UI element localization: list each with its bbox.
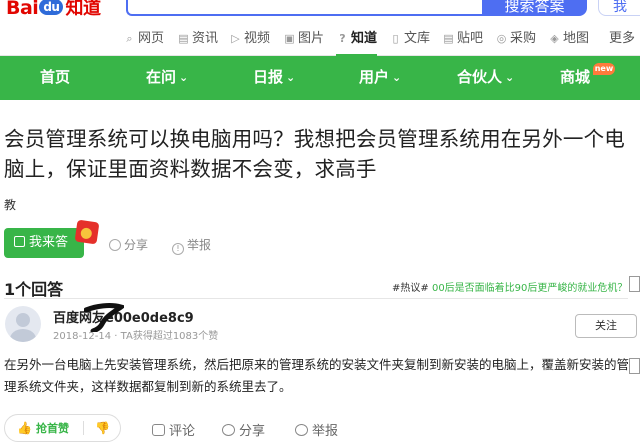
avatar[interactable] — [5, 306, 41, 342]
search-icon: ⌕ — [126, 32, 133, 45]
hot-prefix: #热议# — [392, 283, 429, 294]
answer-report[interactable]: 举报 — [295, 420, 338, 439]
share-icon — [222, 424, 235, 436]
comment-label: 评论 — [169, 424, 196, 439]
thumbs-up-icon: 👍 — [17, 421, 32, 435]
category-label: 视频 — [244, 31, 271, 46]
question-title: 会员管理系统可以换电脑用吗？我想把会员管理系统用在另外一个电脑上，保证里面资料数… — [4, 127, 625, 181]
like-label: 抢首赞 — [35, 422, 69, 435]
video-icon: ▷ — [231, 32, 240, 45]
category-wenku[interactable]: ▯ 文库 — [389, 30, 430, 56]
category-label: 资讯 — [192, 31, 219, 46]
map-icon: ◈ — [550, 32, 559, 45]
answer-button[interactable]: 我来答 — [4, 228, 84, 258]
red-packet-icon[interactable] — [74, 219, 100, 245]
ask-button[interactable]: 我 — [598, 0, 640, 16]
nav-partners[interactable]: 合伙人 ⌄ — [457, 56, 514, 100]
category-label: 地图 — [563, 31, 590, 46]
answer-share[interactable]: 分享 — [222, 420, 265, 439]
chevron-down-icon: ⌄ — [505, 71, 515, 84]
report-label: 举报 — [312, 424, 339, 439]
nav-users[interactable]: 用户 ⌄ — [359, 56, 401, 100]
chevron-down-icon: ⌄ — [179, 71, 189, 84]
category-label: 知道 — [351, 31, 378, 46]
top-header: Bai du 知道 搜索答案 我 ⌕ 网页 ▤ 资讯 ▷ 视频 ▣ 图片 ? 知道 ▯ 文库 ▤… — [0, 0, 640, 56]
baidu-zhidao-logo[interactable]: Bai du 知道 — [6, 0, 101, 20]
chevron-down-icon: ⌄ — [286, 71, 296, 84]
thumbs-down-icon[interactable]: 👎 — [95, 415, 110, 441]
nav-label: 在问 — [146, 68, 177, 86]
share-label: 分享 — [239, 424, 266, 439]
nav-label: 商城 — [560, 68, 591, 86]
category-images[interactable]: ▣ 图片 — [283, 30, 324, 56]
answer-text: 在另外一台电脑上先安装管理系统，然后把原来的管理系统的安装文件夹复制到新安装的电… — [4, 357, 630, 394]
purchase-icon: ◎ — [496, 32, 507, 45]
image-icon: ▣ — [284, 32, 295, 45]
hot-topic[interactable]: #热议# 00后是否面临着比90后更严峻的就业危机？ — [392, 279, 627, 294]
answerer-meta: 2018-12-14 · TA获得超过1083个赞 — [53, 331, 219, 342]
category-purchase[interactable]: ◎ 采购 — [495, 30, 536, 56]
share-label: 分享 — [124, 238, 149, 252]
nav-label: 日报 — [253, 68, 284, 86]
question-tag[interactable]: 教 — [4, 196, 16, 213]
nav-daily[interactable]: 日报 ⌄ — [253, 56, 295, 100]
logo-paw: du — [39, 0, 64, 15]
report-label: 举报 — [187, 238, 212, 252]
category-label: 贴吧 — [457, 31, 484, 46]
nav-home[interactable]: 首页 — [40, 56, 70, 100]
answer-button-label: 我来答 — [29, 235, 69, 250]
nav-mall[interactable]: 商城 — [560, 56, 590, 100]
nav-label: 合伙人 — [457, 68, 503, 86]
category-news[interactable]: ▤ 资讯 — [177, 30, 218, 56]
follow-button[interactable]: 关注 — [575, 314, 637, 338]
category-label: 网页 — [138, 31, 165, 46]
category-tieba[interactable]: ▤ 贴吧 — [442, 30, 483, 56]
side-scroll-handle[interactable] — [629, 276, 640, 292]
side-scroll-handle[interactable] — [629, 358, 640, 374]
nav-asking[interactable]: 在问 ⌄ — [146, 56, 188, 100]
search-input[interactable] — [126, 0, 482, 16]
category-map[interactable]: ◈ 地图 — [548, 30, 589, 56]
news-icon: ▤ — [178, 32, 189, 45]
question-report[interactable]: ! 举报 — [172, 236, 211, 255]
chevron-down-icon: ⌄ — [392, 71, 402, 84]
category-label: 图片 — [298, 31, 325, 46]
report-icon: ! — [172, 243, 184, 255]
comment-button[interactable]: 评论 — [152, 420, 195, 439]
search-button[interactable]: 搜索答案 — [482, 0, 587, 16]
divider — [83, 421, 84, 435]
question-icon: ? — [339, 32, 346, 45]
forum-icon: ▤ — [443, 32, 454, 45]
category-label: 采购 — [510, 31, 537, 46]
comment-icon — [152, 424, 165, 436]
logo-zhidao: 知道 — [65, 0, 101, 19]
report-icon — [295, 424, 308, 436]
divider — [4, 298, 628, 299]
edit-icon — [14, 236, 25, 247]
category-more[interactable]: 更多 — [609, 30, 635, 56]
hot-topic-link[interactable]: 00后是否面临着比90后更严峻的就业危机？ — [432, 283, 627, 294]
document-icon: ▯ — [392, 32, 399, 45]
nav-label: 用户 — [359, 68, 390, 86]
logo-text: Bai — [6, 0, 39, 19]
category-bar: ⌕ 网页 ▤ 资讯 ▷ 视频 ▣ 图片 ? 知道 ▯ 文库 ▤ 贴吧 ◎ 采购 ◈ 地图 更多 — [0, 30, 640, 56]
category-label: 文库 — [404, 31, 431, 46]
main-nav: 首页 在问 ⌄ 日报 ⌄ 用户 ⌄ 合伙人 ⌄ 商城 new — [0, 56, 640, 100]
new-badge: new — [593, 63, 615, 75]
share-icon — [109, 239, 121, 251]
category-video[interactable]: ▷ 视频 — [229, 30, 270, 56]
category-label: 更多 — [609, 31, 636, 46]
category-web[interactable]: ⌕ 网页 — [123, 30, 164, 56]
nav-label: 首页 — [40, 68, 71, 86]
like-button[interactable]: 👍 抢首赞 👎 — [4, 414, 121, 442]
answer-count: 1个回答 — [4, 280, 64, 299]
question-share[interactable]: 分享 — [109, 236, 148, 253]
category-zhidao[interactable]: ? 知道 — [336, 30, 378, 56]
